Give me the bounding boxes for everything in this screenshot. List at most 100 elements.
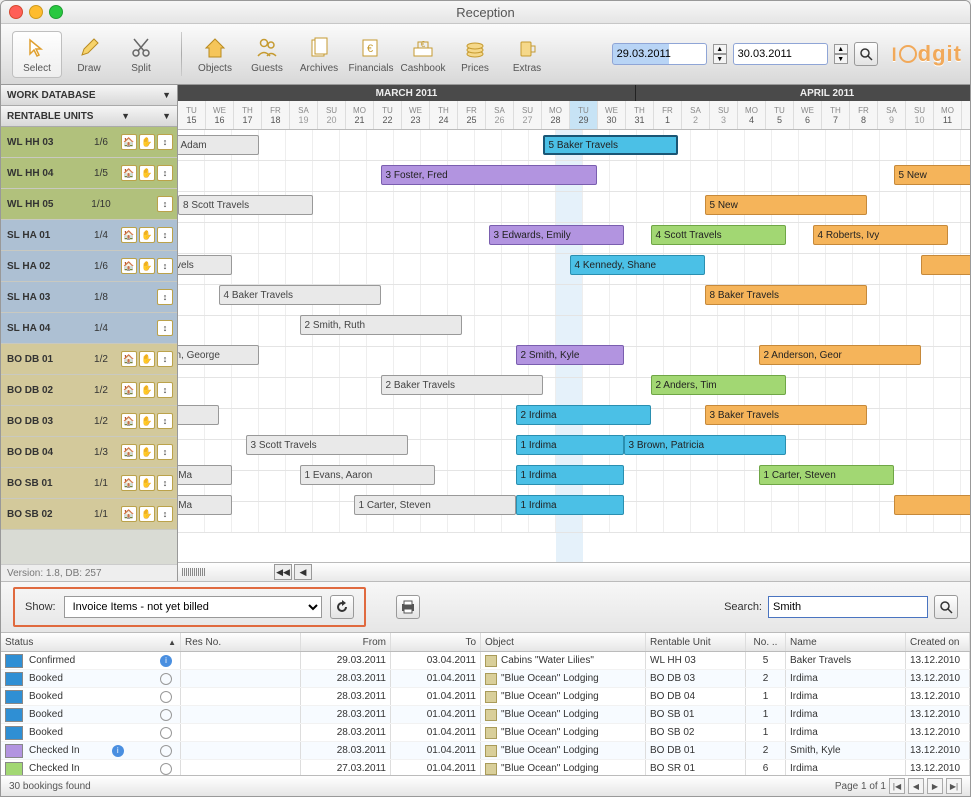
search-button[interactable] xyxy=(934,595,958,619)
date-from-stepper[interactable]: ▲▼ xyxy=(713,44,727,64)
day-cell[interactable]: TH24 xyxy=(430,101,458,129)
split-button[interactable]: Split xyxy=(116,31,166,78)
day-cell[interactable]: TH31 xyxy=(626,101,654,129)
table-row[interactable]: Booked28.03.201101.04.2011"Blue Ocean" L… xyxy=(1,670,970,688)
booking-bar[interactable] xyxy=(921,255,971,275)
date-search-button[interactable] xyxy=(854,42,878,66)
day-cell[interactable]: WE6 xyxy=(794,101,822,129)
day-cell[interactable]: FR25 xyxy=(458,101,486,129)
col-created[interactable]: Created on xyxy=(906,633,970,651)
draw-button[interactable]: Draw xyxy=(64,31,114,78)
booking-bar[interactable]: 1 Carter, Steven xyxy=(354,495,516,515)
booking-bar[interactable]: 3 Edwards, Emily xyxy=(489,225,624,245)
booking-bar[interactable]: 2 Smith, Ruth xyxy=(300,315,462,335)
booking-bar[interactable]: 4 Roberts, Ivy xyxy=(813,225,948,245)
day-cell[interactable]: TU15 xyxy=(178,101,206,129)
booking-bar[interactable]: 5 Baker Travels xyxy=(543,135,678,155)
day-cell[interactable]: FR1 xyxy=(654,101,682,129)
info-icon[interactable]: i xyxy=(112,745,124,757)
unit-row[interactable]: BO DB 021/2🏠✋↕ xyxy=(1,375,177,406)
unit-row[interactable]: SL HA 011/4🏠✋↕ xyxy=(1,220,177,251)
booking-bar[interactable]: 3 Brown, Patricia xyxy=(624,435,786,455)
day-cell[interactable]: FR8 xyxy=(850,101,878,129)
table-row[interactable]: Booked28.03.201101.04.2011"Blue Ocean" L… xyxy=(1,688,970,706)
booking-bar[interactable]: 1 Irdima xyxy=(516,465,624,485)
day-cell[interactable]: TU22 xyxy=(374,101,402,129)
print-button[interactable] xyxy=(396,595,420,619)
day-cell[interactable]: SU20 xyxy=(318,101,346,129)
page-last-button[interactable]: ▶| xyxy=(946,778,962,794)
unit-row[interactable]: BO SB 021/1🏠✋↕ xyxy=(1,499,177,530)
booking-bar[interactable]: 5 New xyxy=(894,165,971,185)
day-cell[interactable]: TH17 xyxy=(234,101,262,129)
day-cell[interactable]: WE30 xyxy=(598,101,626,129)
scroll-fast-left-button[interactable]: ◀◀ xyxy=(274,564,292,580)
day-cell[interactable]: SA9 xyxy=(878,101,906,129)
search-input[interactable] xyxy=(768,596,928,618)
booking-bar[interactable]: 1 Carter, Steven xyxy=(759,465,894,485)
unit-row[interactable]: WL HH 051/10🏠✋↕ xyxy=(1,189,177,220)
booking-bar[interactable]: 4 Baker Travels xyxy=(219,285,381,305)
booking-bar[interactable]: erson, George xyxy=(178,345,259,365)
booking-bar[interactable]: 3 Scott Travels xyxy=(246,435,408,455)
booking-bar[interactable]: ards, Adam xyxy=(178,135,259,155)
col-object[interactable]: Object xyxy=(481,633,646,651)
booking-bar[interactable]: 4 Kennedy, Shane xyxy=(570,255,705,275)
page-next-button[interactable]: ▶ xyxy=(927,778,943,794)
unit-row[interactable]: BO SB 011/1🏠✋↕ xyxy=(1,468,177,499)
day-cell[interactable]: MO4 xyxy=(738,101,766,129)
table-row[interactable]: Booked28.03.201101.04.2011"Blue Ocean" L… xyxy=(1,706,970,724)
rentable-units-header[interactable]: RENTABLE UNITS ▼▼ xyxy=(1,106,177,127)
day-cell[interactable]: SA19 xyxy=(290,101,318,129)
info-icon[interactable]: i xyxy=(160,655,172,667)
unit-row[interactable]: BO DB 031/2🏠✋↕ xyxy=(1,406,177,437)
day-cell[interactable]: SA26 xyxy=(486,101,514,129)
financials-button[interactable]: € Financials xyxy=(346,31,396,78)
day-cell[interactable]: FR18 xyxy=(262,101,290,129)
day-cell[interactable]: SU10 xyxy=(906,101,934,129)
refresh-button[interactable] xyxy=(330,595,354,619)
col-res[interactable]: Res No. xyxy=(181,633,301,651)
day-cell[interactable]: WE23 xyxy=(402,101,430,129)
col-no[interactable]: No. .. xyxy=(746,633,786,651)
booking-bar[interactable]: 3 Foster, Fred xyxy=(381,165,597,185)
day-cell[interactable]: MO28 xyxy=(542,101,570,129)
col-from[interactable]: From xyxy=(301,633,391,651)
cashbook-button[interactable]: € Cashbook xyxy=(398,31,448,78)
day-cell[interactable]: SU27 xyxy=(514,101,542,129)
unit-row[interactable]: SL HA 041/4🏠✋↕ xyxy=(1,313,177,344)
booking-bar[interactable]: 2 Baker Travels xyxy=(381,375,543,395)
booking-bar[interactable]: vels xyxy=(178,405,219,425)
select-button[interactable]: Select xyxy=(12,31,62,78)
show-select[interactable]: Invoice Items - not yet billed xyxy=(64,596,322,618)
page-prev-button[interactable]: ◀ xyxy=(908,778,924,794)
booking-bar[interactable]: 1 Irdima xyxy=(516,495,624,515)
scroll-left-button[interactable]: ◀ xyxy=(294,564,312,580)
date-to-input[interactable] xyxy=(733,43,828,65)
date-from-input[interactable] xyxy=(612,43,707,65)
prices-button[interactable]: Prices xyxy=(450,31,500,78)
titlebar[interactable]: Reception xyxy=(1,1,970,24)
day-cell[interactable]: SA2 xyxy=(682,101,710,129)
day-cell[interactable]: WE16 xyxy=(206,101,234,129)
unit-row[interactable]: SL HA 021/6🏠✋↕ xyxy=(1,251,177,282)
booking-bar[interactable]: 2 Anderson, Geor xyxy=(759,345,921,365)
page-first-button[interactable]: |◀ xyxy=(889,778,905,794)
objects-button[interactable]: Objects xyxy=(190,31,240,78)
col-unit[interactable]: Rentable Unit xyxy=(646,633,746,651)
booking-bar[interactable]: 3 Baker Travels xyxy=(705,405,867,425)
day-cell[interactable]: MO11 xyxy=(934,101,962,129)
archives-button[interactable]: Archives xyxy=(294,31,344,78)
extras-button[interactable]: Extras xyxy=(502,31,552,78)
table-row[interactable]: Checked Ini28.03.201101.04.2011"Blue Oce… xyxy=(1,742,970,760)
table-row[interactable]: Confirmedi29.03.201103.04.2011Cabins "Wa… xyxy=(1,652,970,670)
table-row[interactable]: Checked In27.03.201101.04.2011"Blue Ocea… xyxy=(1,760,970,775)
guests-button[interactable]: Guests xyxy=(242,31,292,78)
col-to[interactable]: To xyxy=(391,633,481,651)
booking-bar[interactable]: t Travels xyxy=(178,255,232,275)
table-row[interactable]: Booked28.03.201101.04.2011"Blue Ocean" L… xyxy=(1,724,970,742)
booking-bar[interactable]: Bell, Ma xyxy=(178,495,232,515)
booking-bar[interactable]: 2 Anders, Tim xyxy=(651,375,786,395)
day-cell[interactable]: TU5 xyxy=(766,101,794,129)
booking-bar[interactable]: 5 New xyxy=(705,195,867,215)
